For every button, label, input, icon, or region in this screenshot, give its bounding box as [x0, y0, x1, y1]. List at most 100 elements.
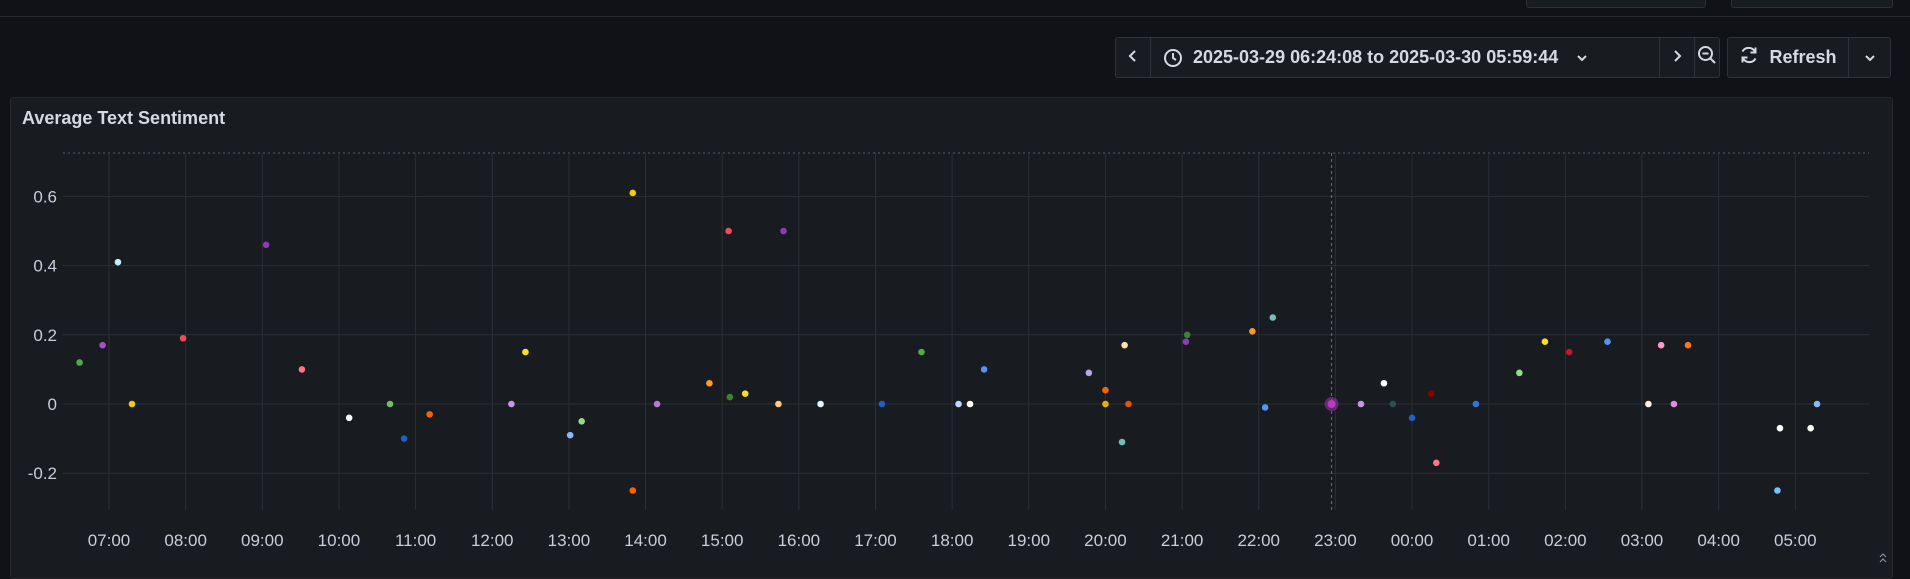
x-tick-label: 00:00: [1391, 531, 1434, 550]
data-point[interactable]: [345, 414, 353, 422]
data-point[interactable]: [128, 400, 136, 408]
data-point[interactable]: [1118, 438, 1126, 446]
data-point[interactable]: [775, 400, 782, 408]
resize-handle-icon[interactable]: [1878, 551, 1888, 570]
data-point[interactable]: [1408, 414, 1416, 422]
x-tick-label: 18:00: [931, 531, 974, 550]
data-point[interactable]: [1183, 331, 1191, 339]
data-point[interactable]: [1249, 328, 1256, 335]
data-point[interactable]: [1813, 400, 1821, 408]
data-point[interactable]: [1565, 348, 1573, 356]
time-range-next-button[interactable]: [1660, 38, 1694, 77]
data-point[interactable]: [1380, 379, 1388, 387]
clock-icon: [1163, 48, 1183, 68]
data-point[interactable]: [726, 393, 734, 401]
zoom-out-button[interactable]: [1695, 38, 1719, 77]
data-point[interactable]: [1774, 487, 1781, 494]
data-point[interactable]: [1102, 386, 1109, 394]
data-point[interactable]: [653, 400, 661, 408]
x-tick-label: 19:00: [1008, 531, 1051, 550]
data-point[interactable]: [1433, 459, 1440, 467]
data-point[interactable]: [1269, 314, 1277, 321]
data-point[interactable]: [706, 379, 713, 387]
data-point[interactable]: [1670, 400, 1678, 408]
data-point[interactable]: [262, 241, 270, 249]
time-range-button[interactable]: 2025-03-29 06:24:08 to 2025-03-30 05:59:…: [1151, 38, 1659, 77]
data-point[interactable]: [99, 341, 106, 349]
x-tick-label: 07:00: [88, 531, 131, 550]
x-tick-label: 13:00: [548, 531, 591, 550]
data-point[interactable]: [298, 366, 306, 373]
data-point[interactable]: [980, 366, 988, 373]
x-tick-label: 21:00: [1161, 531, 1204, 550]
time-range-label: 2025-03-29 06:24:08 to 2025-03-30 05:59:…: [1193, 47, 1559, 67]
data-point[interactable]: [1427, 390, 1435, 397]
chevron-down-icon: [1576, 53, 1588, 63]
data-point[interactable]: [741, 390, 749, 397]
data-point[interactable]: [1121, 341, 1128, 349]
data-point[interactable]: [566, 431, 574, 439]
data-point[interactable]: [1261, 404, 1269, 411]
data-point[interactable]: [725, 227, 732, 235]
x-tick-label: 17:00: [854, 531, 897, 550]
x-tick-label: 05:00: [1774, 531, 1817, 550]
y-tick-label: 0.6: [33, 187, 57, 206]
data-point[interactable]: [1645, 400, 1652, 408]
top-stub-button-2[interactable]: [1731, 0, 1893, 8]
data-point[interactable]: [1516, 369, 1523, 377]
data-point[interactable]: [1807, 424, 1814, 432]
data-point[interactable]: [878, 400, 886, 408]
zoom-out-icon: [1697, 45, 1717, 70]
data-point[interactable]: [1389, 400, 1397, 408]
x-tick-label: 10:00: [318, 531, 361, 550]
data-point[interactable]: [179, 334, 187, 342]
refresh-icon: [1739, 45, 1759, 70]
data-point[interactable]: [1657, 341, 1665, 349]
top-stub-button-1[interactable]: [1526, 0, 1706, 8]
y-tick-label: 0.4: [33, 257, 57, 276]
scatter-chart[interactable]: 0.6 0.4 0.2 0 -0.2 07:00 08:00 09:00 10:00 11:00 1…: [11, 98, 1892, 578]
data-point[interactable]: [508, 400, 515, 408]
data-point[interactable]: [578, 418, 585, 425]
x-tick-label: 02:00: [1544, 531, 1587, 550]
refresh-button[interactable]: Refresh: [1728, 38, 1848, 77]
data-point[interactable]: [966, 400, 974, 408]
data-point[interactable]: [780, 227, 787, 235]
data-point[interactable]: [1684, 341, 1692, 349]
data-point[interactable]: [629, 189, 637, 197]
data-point[interactable]: [114, 258, 122, 266]
time-range-picker: 2025-03-29 06:24:08 to 2025-03-30 05:59:…: [1115, 37, 1720, 78]
refresh-label: Refresh: [1769, 47, 1837, 67]
data-point[interactable]: [955, 400, 962, 408]
data-point[interactable]: [1541, 338, 1549, 346]
refresh-interval-dropdown[interactable]: [1849, 38, 1890, 77]
data-point[interactable]: [1125, 400, 1132, 408]
data-point[interactable]: [629, 487, 637, 494]
data-point[interactable]: [1357, 400, 1365, 408]
data-point[interactable]: [1327, 400, 1336, 408]
x-tick-label: 15:00: [701, 531, 744, 550]
data-point[interactable]: [817, 400, 824, 408]
data-point[interactable]: [1102, 400, 1109, 408]
time-range-prev-button[interactable]: [1116, 38, 1150, 77]
data-point[interactable]: [1472, 400, 1480, 408]
x-tick-label: 11:00: [395, 531, 436, 550]
data-point[interactable]: [76, 359, 83, 366]
y-tick-label: -0.2: [28, 464, 57, 483]
data-point[interactable]: [1776, 424, 1784, 432]
data-point[interactable]: [400, 435, 408, 442]
y-tick-label: 0.2: [33, 326, 57, 345]
refresh-picker: Refresh: [1727, 37, 1891, 78]
data-point[interactable]: [1085, 369, 1093, 377]
data-point[interactable]: [1604, 338, 1611, 346]
data-point[interactable]: [1182, 338, 1190, 346]
data-point[interactable]: [426, 411, 433, 418]
x-tick-label: 01:00: [1467, 531, 1510, 550]
x-tick-label: 08:00: [164, 531, 207, 550]
data-point[interactable]: [386, 400, 394, 408]
chevron-right-icon: [1671, 47, 1683, 68]
x-tick-label: 04:00: [1697, 531, 1740, 550]
data-point[interactable]: [522, 348, 529, 356]
data-point[interactable]: [918, 348, 925, 356]
chevron-down-icon: [1864, 47, 1876, 68]
